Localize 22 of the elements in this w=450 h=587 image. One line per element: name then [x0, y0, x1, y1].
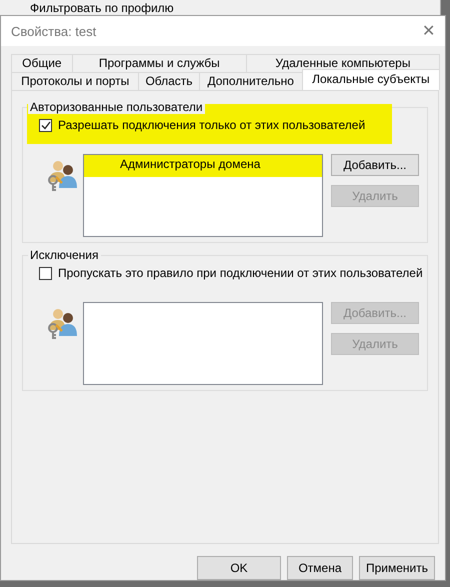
close-icon[interactable]: ✕ — [422, 21, 435, 41]
checkbox-label[interactable]: Пропускать это правило при подключении от этих пользователей — [58, 266, 423, 280]
button[interactable]: Добавить... — [331, 154, 419, 176]
tab[interactable]: Локальные субъекты — [302, 69, 440, 90]
checkbox-label[interactable]: Разрешать подключения только от этих пользователей — [58, 118, 366, 132]
group-title: Исключения — [28, 249, 101, 262]
users-key-icon — [45, 158, 79, 192]
list-box[interactable] — [83, 302, 323, 385]
tab[interactable]: Дополнительно — [198, 72, 303, 90]
users-key-icon — [45, 306, 79, 340]
window-title: Свойства: test — [11, 24, 96, 38]
list-item[interactable]: Администраторы домена — [84, 155, 322, 177]
dialog-button[interactable]: Отмена — [286, 556, 353, 580]
checkbox[interactable] — [39, 118, 52, 132]
list-box[interactable]: Администраторы домена — [83, 154, 323, 237]
tab[interactable]: Программы и службы — [72, 54, 247, 72]
group-title: Авторизованные пользователи — [28, 101, 205, 114]
dialog-button[interactable]: OK — [196, 556, 281, 580]
tab[interactable]: Общие — [11, 54, 73, 72]
dialog-button[interactable]: Применить — [358, 556, 435, 580]
checkbox[interactable] — [39, 266, 52, 280]
tab[interactable]: Протоколы и порты — [11, 72, 140, 90]
